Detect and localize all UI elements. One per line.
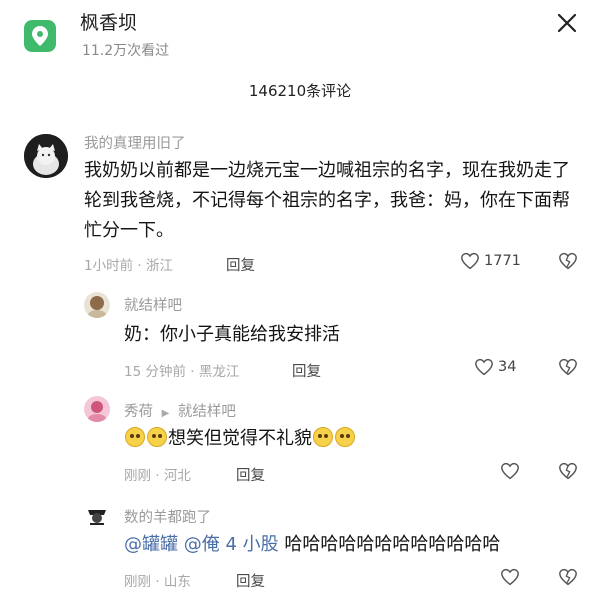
comment-text: 我奶奶以前都是一边烧元宝一边喊祖宗的名字，现在我奶走了轮到我爸烧，不记得每个祖宗… <box>84 160 570 241</box>
comment-username[interactable]: 数的羊都跑了 <box>124 506 211 527</box>
comment-body: 想笑但觉得不礼貌 <box>124 424 554 454</box>
heart-icon <box>501 462 519 480</box>
comment-meta: 15 分钟前 · 黑龙江 <box>124 364 240 380</box>
like-button[interactable] <box>500 462 520 480</box>
reply-button[interactable]: 回复 <box>292 360 321 381</box>
like-button[interactable]: 1771 <box>460 252 521 270</box>
comment-username: 秀荷 ▶ 就结样吧 <box>124 400 236 421</box>
like-count: 34 <box>498 359 517 375</box>
reply-button[interactable]: 回复 <box>226 254 255 275</box>
reply-button[interactable]: 回复 <box>236 570 265 591</box>
comment-username[interactable]: 就结样吧 <box>124 294 182 315</box>
avatar[interactable] <box>84 502 110 528</box>
heart-icon <box>501 568 519 586</box>
comment-meta: 刚刚 · 山东 <box>124 574 191 590</box>
heart-icon <box>475 358 493 376</box>
comment-text: 奶：你小子真能给我安排活 <box>124 324 340 345</box>
close-icon[interactable] <box>554 10 580 36</box>
avatar[interactable] <box>84 396 110 422</box>
heart-icon <box>461 252 479 270</box>
location-title[interactable]: 枫香坝 <box>80 8 137 35</box>
dislike-heart-icon[interactable] <box>558 358 578 380</box>
dislike-heart-icon[interactable] <box>558 568 578 590</box>
dislike-heart-icon[interactable] <box>558 252 578 274</box>
like-count: 1771 <box>484 253 521 269</box>
emoji-icon <box>125 427 145 447</box>
reply-button[interactable]: 回复 <box>236 464 265 485</box>
location-icon[interactable] <box>24 20 56 52</box>
comment-text: 想笑但觉得不礼貌 <box>168 428 312 449</box>
avatar[interactable] <box>84 292 110 318</box>
emoji-icon <box>147 427 167 447</box>
reply-target[interactable]: 就结样吧 <box>178 404 236 420</box>
avatar[interactable] <box>24 134 68 178</box>
mention-link[interactable]: @罐罐 <box>124 534 178 555</box>
comment-username[interactable]: 我的真理用旧了 <box>84 132 186 153</box>
like-button[interactable] <box>500 568 520 586</box>
emoji-icon <box>335 427 355 447</box>
view-count: 11.2万次看过 <box>82 43 170 59</box>
arrow-right-icon: ▶ <box>161 408 170 419</box>
like-button[interactable]: 34 <box>474 358 516 376</box>
emoji-icon <box>313 427 333 447</box>
location-header: 枫香坝 11.2万次看过 <box>0 0 600 70</box>
dislike-heart-icon[interactable] <box>558 462 578 484</box>
comment-count: 146210条评论 <box>248 82 352 100</box>
comment-meta: 刚刚 · 河北 <box>124 468 191 484</box>
comment-text: 哈哈哈哈哈哈哈哈哈哈哈哈 <box>284 534 501 555</box>
comment-meta: 1小时前 · 浙江 <box>84 258 173 274</box>
comment-body: @罐罐 @俺 4 小股 哈哈哈哈哈哈哈哈哈哈哈哈 <box>124 530 584 560</box>
mention-link[interactable]: @俺 4 小股 <box>184 534 279 555</box>
reply-author[interactable]: 秀荷 <box>124 404 153 420</box>
